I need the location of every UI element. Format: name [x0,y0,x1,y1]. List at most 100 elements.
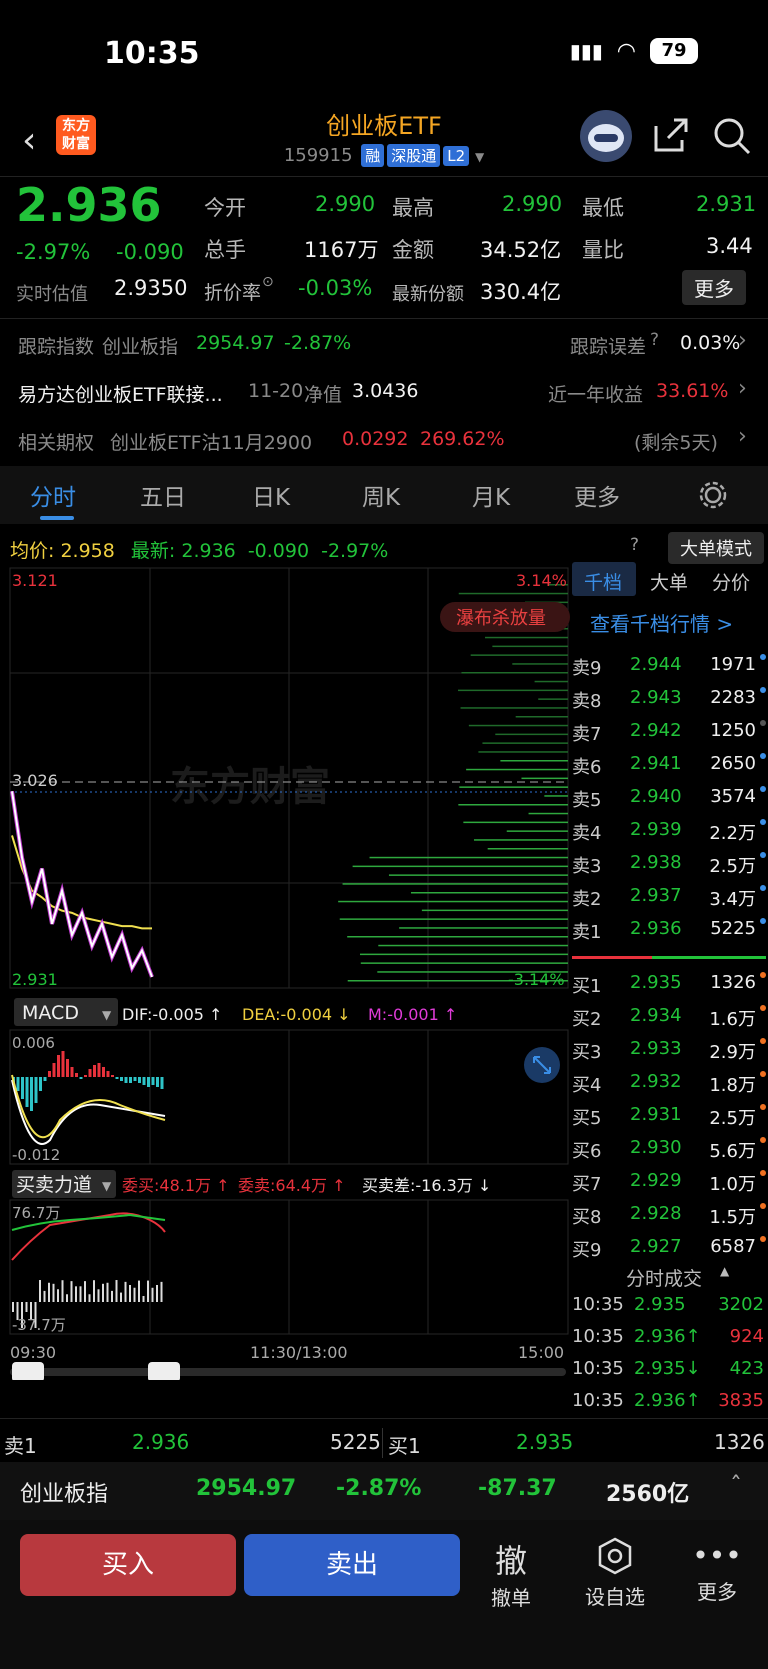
macd-bar [120,1077,123,1081]
ask-row[interactable]: 卖5 2.940 3574 [570,782,768,814]
ask-row[interactable]: 卖6 2.941 2650 [570,749,768,781]
range-handle-right[interactable] [148,1362,180,1380]
ask-label: 卖8 [572,691,602,712]
force-bar [102,1283,104,1302]
bid-label: 买2 [572,1009,602,1030]
depth-bar [470,654,568,656]
bid-row[interactable]: 买7 2.929 1.0万 [570,1166,768,1198]
force-bar [70,1281,73,1302]
force-bar [61,1280,64,1302]
depth-bar [369,856,568,859]
tracking-label: 跟踪指数 [18,336,95,358]
ob-tab-depth[interactable]: 千档 [584,568,622,595]
macd-bar [147,1077,150,1087]
chevron-right-icon[interactable]: › [738,328,747,353]
ob-tab-price-dist[interactable]: 分价 [712,568,750,595]
bid-row[interactable]: 买1 2.935 1326 [570,968,768,1000]
more-quote-button[interactable]: 更多 [682,270,746,305]
index-bar[interactable]: 创业板指 2954.97 -2.87% -87.37 2560亿 ˆ [0,1462,768,1520]
force-bar [156,1284,158,1302]
tab-five-day[interactable]: 五日 [140,478,186,512]
force-bar [160,1281,163,1302]
help-icon[interactable]: ? [650,330,659,350]
help-icon[interactable]: ? [630,535,639,555]
bid-volume: 1326 [710,972,756,993]
range-handle-left[interactable] [12,1362,44,1380]
bid-row[interactable]: 买6 2.930 5.6万 [570,1133,768,1165]
bid-row[interactable]: 买9 2.927 6587 [570,1232,768,1264]
ask-row[interactable]: 卖3 2.938 2.5万 [570,848,768,880]
cancel-order-button[interactable]: 撤 撤单 [476,1536,546,1611]
chart-header: 均价: 2.958 最新: 2.936 -0.090 -2.97% [10,536,388,563]
settings-gear-icon[interactable] [698,480,728,510]
bid-price: 2.927 [630,1236,682,1257]
more-actions-button[interactable]: ••• 更多 [682,1536,752,1605]
tracking-index-name[interactable]: 创业板指 [102,332,178,359]
force-bar [52,1283,55,1302]
ask-row[interactable]: 卖4 2.939 2.2万 [570,815,768,847]
bid-row[interactable]: 买3 2.933 2.9万 [570,1034,768,1066]
bid-row[interactable]: 买2 2.934 1.6万 [570,1001,768,1033]
share-icon[interactable] [652,116,690,154]
tick-time: 10:35 [572,1358,624,1379]
buy-button[interactable]: 买入 [20,1534,236,1596]
info-icon[interactable]: ⊙ [262,274,274,290]
search-icon[interactable] [712,116,752,156]
ask-price: 2.937 [630,885,682,906]
fund-date: 11-20 [248,380,304,402]
ask-row[interactable]: 卖7 2.942 1250 [570,716,768,748]
ask-volume: 2650 [710,753,756,774]
view-depth-link[interactable]: 查看千档行情 > [590,608,733,637]
ask-price: 2.938 [630,852,682,873]
bid-row[interactable]: 买8 2.928 1.5万 [570,1199,768,1231]
ask-row[interactable]: 卖2 2.937 3.4万 [570,881,768,913]
bid-row[interactable]: 买5 2.931 2.5万 [570,1100,768,1132]
macd-bar [88,1069,92,1077]
macd-bar [124,1077,128,1083]
bid-label: 买9 [572,1240,602,1261]
open-label: 今开 [204,196,246,220]
tick-price: 2.935↓ [634,1358,701,1379]
macd-bar [61,1051,65,1077]
tab-intraday[interactable]: 分时 [30,478,76,512]
high-label: 最高 [392,196,434,220]
tab-monthly-k[interactable]: 月K [472,478,510,512]
ask-row[interactable]: 卖9 2.944 1971 [570,650,768,682]
chevron-right-icon[interactable]: › [738,424,747,449]
bid-row[interactable]: 买4 2.932 1.8万 [570,1067,768,1099]
force-bar [133,1287,136,1302]
ob-tab-big-orders[interactable]: 大单 [650,568,688,595]
divider [0,1418,768,1419]
macd-bar [115,1077,119,1079]
add-favorite-button[interactable]: 设自选 [580,1536,650,1610]
chart-tabs: 分时 五日 日K 周K 月K 更多 [0,466,768,524]
ask-label: 卖4 [572,823,602,844]
tab-daily-k[interactable]: 日K [252,478,290,512]
ask-row[interactable]: 卖1 2.936 5225 [570,914,768,946]
big-order-mode-button[interactable]: 大单模式 [668,532,764,564]
status-dot-icon [760,1137,766,1143]
assistant-avatar-icon[interactable] [580,110,632,162]
tab-weekly-k[interactable]: 周K [362,478,400,512]
sell-button[interactable]: 卖出 [244,1534,460,1596]
tick-price: 2.936↑ [634,1326,701,1347]
y-axis-bottom: 2.931 [12,970,58,989]
linked-fund-name[interactable]: 易方达创业板ETF联接... [18,380,223,407]
intraday-chart[interactable]: 东方财富 瀑布杀放量 3.121 3.026 2.931 3.14% -3.14… [0,560,570,1380]
index-pct: -2.87% [336,1476,422,1501]
macd-bar [151,1077,155,1085]
status-dot-icon [760,720,766,726]
chevron-right-icon[interactable]: › [738,376,747,401]
force-bar [39,1280,41,1302]
tag-margin: 融 [361,144,385,167]
tick-volume: 423 [729,1358,764,1379]
ask-volume: 2283 [710,687,756,708]
time-range-track[interactable] [10,1368,566,1376]
ticks-label[interactable]: 分时成交 [626,1264,702,1291]
ask-row[interactable]: 卖8 2.943 2283 [570,683,768,715]
depth-bar [544,795,568,797]
option-name[interactable]: 创业板ETF沽11月2900 [110,428,312,455]
tab-more[interactable]: 更多 [574,478,620,512]
chevron-up-icon[interactable]: ˆ [730,1472,742,1500]
force-bar [93,1280,95,1302]
